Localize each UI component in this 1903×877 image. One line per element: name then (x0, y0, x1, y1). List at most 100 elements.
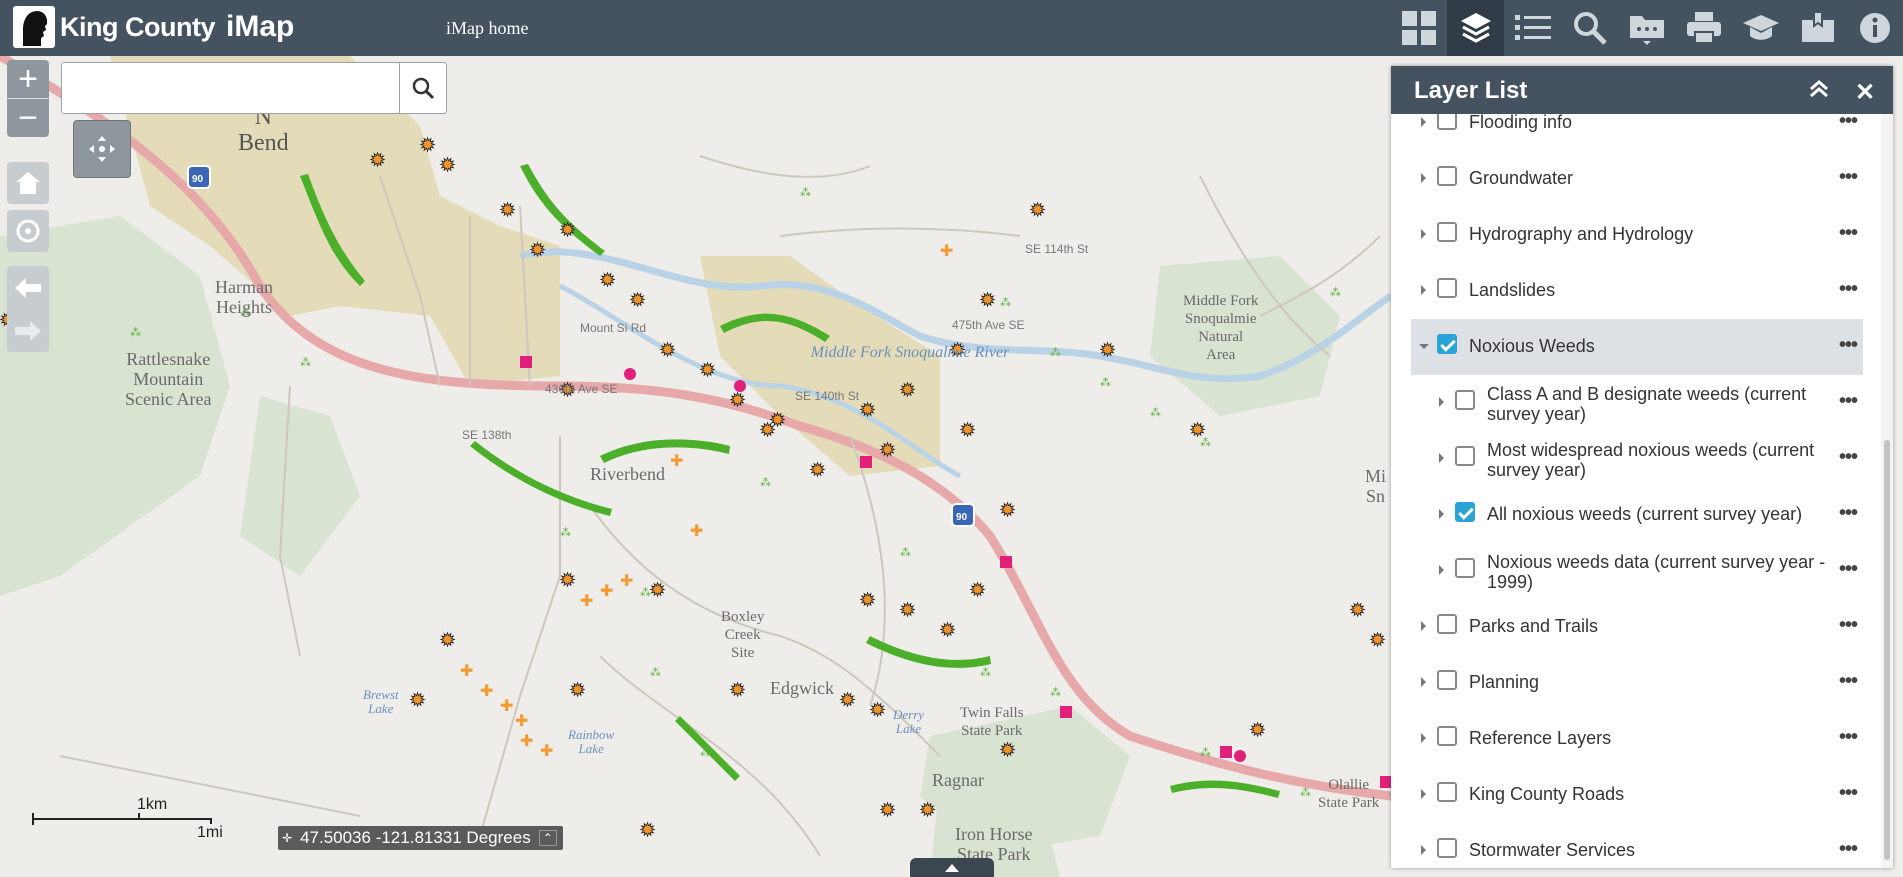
search-tool-button[interactable] (1561, 0, 1618, 56)
layer-item-stormwater[interactable]: Stormwater Services ••• (1411, 823, 1863, 868)
more-options-icon[interactable]: ••• (1839, 278, 1863, 300)
layer-checkbox[interactable] (1437, 114, 1457, 130)
more-options-icon[interactable]: ••• (1839, 446, 1863, 468)
svg-text:✹: ✹ (570, 680, 585, 700)
svg-text:✚: ✚ (690, 523, 703, 540)
more-options-icon[interactable]: ••• (1839, 670, 1863, 692)
layer-item-noxious-weeds[interactable]: Noxious Weeds ••• (1411, 319, 1863, 375)
more-options-icon[interactable]: ••• (1839, 502, 1863, 524)
svg-text:✹: ✹ (440, 155, 455, 175)
svg-text:✹: ✹ (410, 690, 425, 710)
expand-arrow-icon[interactable] (1421, 229, 1426, 239)
more-options-icon[interactable]: ••• (1839, 838, 1863, 860)
basemap-gallery-button[interactable] (1390, 0, 1447, 56)
layer-checkbox[interactable] (1455, 558, 1475, 578)
expand-arrow-icon[interactable] (1439, 509, 1444, 519)
layer-item-reference[interactable]: Reference Layers ••• (1411, 711, 1863, 767)
sublayer-item-weeds-data[interactable]: Noxious weeds data (current survey year … (1411, 543, 1863, 599)
home-button[interactable] (7, 162, 49, 204)
expand-arrow-icon[interactable] (1439, 397, 1444, 407)
expand-arrow-icon[interactable] (1421, 677, 1426, 687)
layer-checkbox[interactable] (1437, 782, 1457, 802)
expand-arrow-icon[interactable] (1421, 117, 1426, 127)
brand-name[interactable]: King County (60, 12, 215, 43)
search-button[interactable] (399, 63, 446, 113)
collapse-arrow-icon[interactable] (1419, 344, 1429, 349)
layer-checkbox[interactable] (1455, 390, 1475, 410)
layer-checkbox[interactable] (1437, 670, 1457, 690)
chevron-up-icon[interactable]: ⌃ (538, 830, 557, 846)
expand-arrow-icon[interactable] (1421, 285, 1426, 295)
scrollbar-thumb[interactable] (1884, 440, 1890, 860)
layer-checkbox[interactable] (1437, 614, 1457, 634)
search-input[interactable] (70, 70, 454, 108)
pan-tool-button[interactable] (73, 120, 131, 178)
next-extent-button[interactable] (7, 309, 49, 352)
svg-text:✚: ✚ (940, 243, 953, 260)
layer-checkbox[interactable] (1455, 446, 1475, 466)
education-button[interactable] (1732, 0, 1789, 56)
layer-checkbox[interactable] (1437, 278, 1457, 298)
imap-home-link[interactable]: iMap home (446, 18, 529, 39)
layer-item-planning[interactable]: Planning ••• (1411, 655, 1863, 711)
sublayer-item-widespread[interactable]: Most widespread noxious weeds (current s… (1411, 431, 1863, 487)
layers-button[interactable] (1447, 0, 1504, 56)
svg-text:✹: ✹ (970, 580, 985, 600)
folder-button[interactable] (1618, 0, 1675, 56)
svg-text:⁂: ⁂ (1200, 747, 1211, 759)
collapse-panel-button[interactable] (1809, 80, 1829, 103)
layer-item-groundwater[interactable]: Groundwater ••• (1411, 151, 1863, 207)
layer-checkbox[interactable] (1437, 726, 1457, 746)
more-options-icon[interactable]: ••• (1839, 390, 1863, 412)
previous-extent-button[interactable] (7, 266, 49, 309)
more-options-icon[interactable]: ••• (1839, 726, 1863, 748)
sublayer-item-all-weeds[interactable]: All noxious weeds (current survey year) … (1411, 487, 1863, 543)
layer-checkbox[interactable] (1437, 222, 1457, 242)
sublayer-item-class-ab[interactable]: Class A and B designate weeds (current s… (1411, 375, 1863, 431)
svg-text:✚: ✚ (670, 453, 683, 470)
svg-text:90: 90 (956, 512, 968, 523)
expand-arrow-icon[interactable] (1421, 621, 1426, 631)
expand-arrow-icon[interactable] (1421, 789, 1426, 799)
expand-arrow-icon[interactable] (1421, 733, 1426, 743)
svg-text:✹: ✹ (1250, 720, 1265, 740)
expand-arrow-icon[interactable] (1439, 453, 1444, 463)
more-options-icon[interactable]: ••• (1839, 614, 1863, 636)
svg-text:✹: ✹ (630, 290, 645, 310)
layer-item-hydrography[interactable]: Hydrography and Hydrology ••• (1411, 207, 1863, 263)
layer-checkbox[interactable] (1437, 334, 1457, 354)
more-options-icon[interactable]: ••• (1839, 222, 1863, 244)
svg-text:✚: ✚ (620, 573, 633, 590)
svg-text:✹: ✹ (840, 690, 855, 710)
zoom-in-button[interactable]: + (7, 60, 49, 99)
info-button[interactable] (1846, 0, 1903, 56)
svg-text:✹: ✹ (700, 360, 715, 380)
expand-arrow-icon[interactable] (1421, 173, 1426, 183)
bookmark-button[interactable] (1789, 0, 1846, 56)
layer-item-flooding[interactable]: Flooding info ••• (1411, 114, 1863, 151)
layer-checkbox[interactable] (1455, 502, 1475, 522)
close-panel-button[interactable]: ✕ (1855, 78, 1875, 107)
layer-checkbox[interactable] (1437, 838, 1457, 858)
layer-item-landslides[interactable]: Landslides ••• (1411, 263, 1863, 319)
expand-arrow-icon[interactable] (1439, 565, 1444, 575)
expand-arrow-icon[interactable] (1421, 845, 1426, 855)
zoom-out-button[interactable]: − (7, 99, 49, 137)
more-options-icon[interactable]: ••• (1839, 334, 1863, 356)
legend-button[interactable] (1504, 0, 1561, 56)
locate-button[interactable] (7, 210, 49, 252)
crosshair-icon[interactable]: ✛ (282, 831, 292, 845)
more-options-icon[interactable]: ••• (1839, 558, 1863, 580)
education-icon (1742, 15, 1779, 40)
attribute-table-toggle[interactable] (910, 858, 994, 877)
layer-checkbox[interactable] (1437, 166, 1457, 186)
print-button[interactable] (1675, 0, 1732, 56)
more-options-icon[interactable]: ••• (1839, 114, 1863, 132)
more-options-icon[interactable]: ••• (1839, 782, 1863, 804)
road-label: SE 138th (462, 428, 512, 442)
layer-list-scrollbar[interactable] (1881, 114, 1893, 868)
layer-item-roads[interactable]: King County Roads ••• (1411, 767, 1863, 823)
search-icon (412, 77, 435, 100)
more-options-icon[interactable]: ••• (1839, 166, 1863, 188)
layer-item-parks[interactable]: Parks and Trails ••• (1411, 599, 1863, 655)
